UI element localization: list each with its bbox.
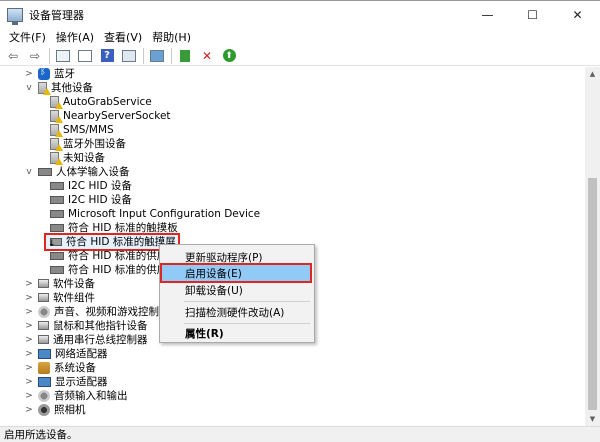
tree-item-i2c-hid-1[interactable]: I2C HID 设备 <box>50 179 132 193</box>
tree-item-unknown-device[interactable]: 未知设备 <box>50 151 105 165</box>
tree-item-software-devices[interactable]: > 软件设备 <box>24 277 95 291</box>
menu-bar: 文件(F) 操作(A) 查看(V) 帮助(H) <box>0 28 600 46</box>
scroll-down-icon[interactable]: ▼ <box>585 412 600 426</box>
title-bar: 设备管理器 — ☐ ✕ <box>0 0 600 28</box>
menu-action[interactable]: 操作(A) <box>51 29 99 45</box>
warning-device-icon <box>38 81 51 95</box>
chevron-right-icon[interactable]: > <box>24 293 34 303</box>
tree-item-hid-touchscreen[interactable]: 符合 HID 标准的触摸屏 <box>44 233 180 251</box>
chevron-down-icon[interactable]: v <box>24 167 34 177</box>
scrollbar-thumb[interactable] <box>588 178 597 410</box>
forward-arrow-icon[interactable]: ⇨ <box>26 48 44 64</box>
warning-device-icon <box>50 137 63 151</box>
tree-item-network-adapters[interactable]: > 网络适配器 <box>24 347 107 361</box>
properties-sheet-icon[interactable] <box>76 48 94 64</box>
bluetooth-icon <box>38 67 50 80</box>
enable-device-icon[interactable]: ⬆ <box>220 48 238 64</box>
software-device-icon <box>38 279 49 289</box>
usb-icon <box>38 335 49 345</box>
tree-item-sms-mms[interactable]: SMS/MMS <box>50 123 114 137</box>
context-menu: 更新驱动程序(P) 启用设备(E) 卸载设备(U) 扫描检测硬件改动(A) 属性… <box>159 244 315 343</box>
warning-device-icon <box>50 95 63 109</box>
tree-item-display-adapters[interactable]: > 显示适配器 <box>24 375 107 389</box>
disabled-device-icon <box>48 237 62 249</box>
chevron-right-icon[interactable]: > <box>24 377 34 387</box>
tree-item-ms-input-config[interactable]: Microsoft Input Configuration Device <box>50 207 260 221</box>
ctx-scan-hardware[interactable]: 扫描检测硬件改动(A) <box>160 303 314 321</box>
hid-device-icon <box>50 195 64 204</box>
tree-item-system-devices[interactable]: > 系统设备 <box>24 361 96 375</box>
ctx-properties[interactable]: 属性(R) <box>160 324 314 342</box>
network-adapter-icon <box>38 348 51 359</box>
warning-device-icon <box>50 123 63 137</box>
tree-item-autograbservice[interactable]: AutoGrabService <box>50 95 152 109</box>
vertical-scrollbar[interactable]: ▲ ▼ <box>585 67 600 426</box>
hid-device-icon <box>50 181 64 190</box>
action-pane-icon[interactable] <box>120 48 138 64</box>
warning-device-icon <box>50 109 63 123</box>
chevron-right-icon[interactable]: > <box>24 279 34 289</box>
hid-device-icon <box>50 209 64 218</box>
chevron-right-icon[interactable]: > <box>24 349 34 359</box>
window-title: 设备管理器 <box>29 8 84 22</box>
hid-device-icon <box>50 251 64 260</box>
tree-item-camera[interactable]: > 照相机 <box>24 403 86 417</box>
tree-item-bluetooth[interactable]: >蓝牙 <box>24 67 75 81</box>
chevron-right-icon[interactable]: > <box>24 335 34 345</box>
camera-icon <box>38 403 50 416</box>
audio-icon <box>38 389 50 402</box>
chevron-right-icon[interactable]: > <box>24 307 34 317</box>
help-icon[interactable]: ? <box>98 48 116 64</box>
system-folder-icon <box>38 361 50 374</box>
tree-item-bluetooth-peripheral[interactable]: 蓝牙外围设备 <box>50 137 126 151</box>
uninstall-x-icon[interactable]: ✕ <box>198 48 216 64</box>
display-adapter-icon <box>38 376 51 387</box>
tree-item-other-devices[interactable]: v 其他设备 <box>24 81 93 95</box>
status-text: 启用所选设备。 <box>4 429 78 441</box>
keyboard-icon <box>38 167 52 176</box>
tree-item-audio-io[interactable]: > 音频输入和输出 <box>24 389 128 403</box>
minimize-button[interactable]: — <box>465 1 510 29</box>
software-component-icon <box>38 293 49 303</box>
menu-view[interactable]: 查看(V) <box>99 29 147 45</box>
menu-help[interactable]: 帮助(H) <box>147 29 196 45</box>
maximize-button[interactable]: ☐ <box>510 1 555 29</box>
ctx-uninstall-device[interactable]: 卸载设备(U) <box>160 281 314 299</box>
hid-device-icon <box>50 265 64 274</box>
chevron-right-icon[interactable]: > <box>24 405 34 415</box>
menu-file[interactable]: 文件(F) <box>4 29 51 45</box>
tree-item-software-components[interactable]: > 软件组件 <box>24 291 95 305</box>
hid-device-icon <box>50 223 64 232</box>
back-arrow-icon[interactable]: ⇦ <box>4 48 22 64</box>
warning-device-icon <box>50 151 63 165</box>
add-driver-icon[interactable] <box>176 48 194 64</box>
speaker-icon <box>38 305 50 318</box>
scroll-up-icon[interactable]: ▲ <box>585 67 600 81</box>
chevron-right-icon[interactable]: > <box>24 321 34 331</box>
scan-monitor-icon[interactable] <box>148 48 166 64</box>
chevron-down-icon[interactable]: v <box>24 83 34 93</box>
chevron-right-icon[interactable]: > <box>24 69 34 79</box>
chevron-right-icon[interactable]: > <box>24 391 34 401</box>
tree-item-hid-touchpad[interactable]: 符合 HID 标准的触摸板 <box>50 221 178 235</box>
tree-item-usb-controllers[interactable]: > 通用串行总线控制器 <box>24 333 147 347</box>
tree-item-i2c-hid-2[interactable]: I2C HID 设备 <box>50 193 132 207</box>
mouse-icon <box>38 321 49 331</box>
chevron-right-icon[interactable]: > <box>24 363 34 373</box>
device-manager-icon <box>7 7 23 25</box>
console-tree-icon[interactable] <box>54 48 72 64</box>
tree-item-hid[interactable]: v 人体学输入设备 <box>24 165 129 179</box>
tree-item-mice[interactable]: > 鼠标和其他指针设备 <box>24 319 147 333</box>
tree-item-nearbyserversocket[interactable]: NearbyServerSocket <box>50 109 171 123</box>
ctx-separator <box>184 301 310 302</box>
ctx-enable-device[interactable]: 启用设备(E) <box>160 263 312 283</box>
tree-item-sound-video[interactable]: > 声音、视频和游戏控制器 <box>24 305 170 319</box>
status-bar: 启用所选设备。 <box>0 426 600 442</box>
close-button[interactable]: ✕ <box>555 1 600 29</box>
toolbar: ⇦ ⇨ ? ✕ ⬆ <box>0 46 600 66</box>
